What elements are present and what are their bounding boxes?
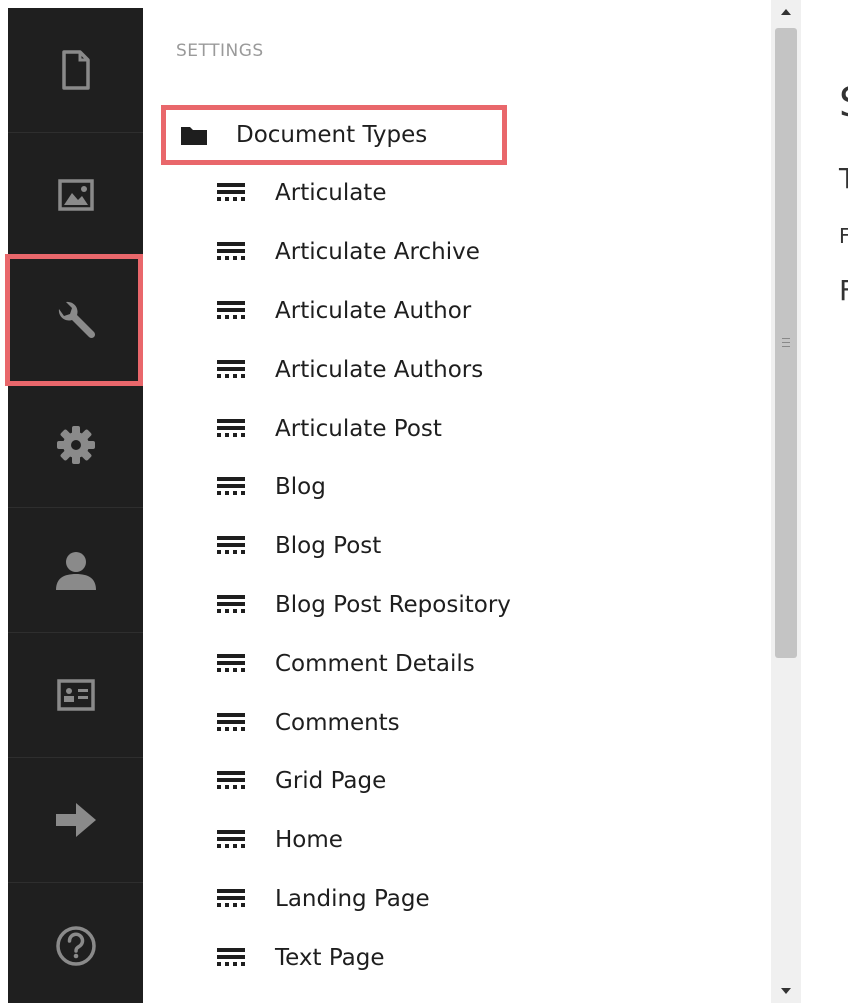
app: SETTINGS Document Types Articulate Artic…: [0, 0, 848, 1003]
tree-item-articulate-authors[interactable]: Articulate Authors: [215, 340, 511, 399]
document-type-icon: [217, 300, 245, 319]
scroll-down-button[interactable]: [771, 979, 801, 1003]
document-type-icon: [217, 771, 245, 790]
content-text-3: F: [839, 274, 848, 307]
tree-item-label: Articulate: [275, 180, 387, 207]
rail-item-content[interactable]: [8, 8, 143, 133]
tree-item-label: Blog Post Repository: [275, 591, 511, 618]
document-type-icon: [217, 594, 245, 613]
content-heading: S: [839, 80, 848, 126]
image-icon: [57, 179, 94, 211]
tree-root-label: Document Types: [236, 122, 428, 148]
tree-item-label: Home: [275, 827, 343, 854]
folder-icon: [181, 127, 207, 145]
tree-item-label: Articulate Archive: [275, 239, 480, 266]
tree-item-label: Landing Page: [275, 885, 430, 912]
caret-up-icon: [781, 9, 791, 15]
document-type-icon: [217, 359, 245, 378]
tree-item-grid-page[interactable]: Grid Page: [215, 752, 511, 811]
section-title: SETTINGS: [176, 41, 264, 61]
scroll-up-button[interactable]: [771, 0, 801, 24]
tree-item-articulate-post[interactable]: Articulate Post: [215, 399, 511, 458]
document-icon: [61, 50, 90, 90]
editor-content-peek: S T F F: [801, 0, 848, 1003]
scroll-thumb[interactable]: [775, 28, 797, 658]
tree-item-label: Blog: [275, 474, 326, 501]
document-type-icon: [217, 183, 245, 202]
rail-item-forms[interactable]: [8, 758, 143, 883]
tree-item-blog-post[interactable]: Blog Post: [215, 517, 511, 576]
tree-item-comments[interactable]: Comments: [215, 693, 511, 752]
document-type-icon: [217, 418, 245, 437]
tree-item-comment-details[interactable]: Comment Details: [215, 634, 511, 693]
content-text-1: T: [839, 162, 848, 195]
tree-item-home[interactable]: Home: [215, 811, 511, 870]
tree-item-articulate-archive[interactable]: Articulate Archive: [215, 223, 511, 282]
rail-item-developer[interactable]: [8, 383, 143, 508]
user-icon: [55, 552, 96, 590]
rail-item-media[interactable]: [8, 133, 143, 258]
document-type-icon: [217, 830, 245, 849]
id-card-icon: [56, 679, 95, 711]
tree-item-landing-page[interactable]: Landing Page: [215, 870, 511, 929]
document-type-list: Articulate Articulate Archive Articulate…: [215, 164, 511, 987]
document-type-icon: [217, 888, 245, 907]
tree-scrollbar[interactable]: [771, 0, 801, 1003]
tree-item-articulate[interactable]: Articulate: [215, 164, 511, 223]
rail-item-users[interactable]: [8, 508, 143, 633]
document-type-icon: [217, 242, 245, 261]
document-type-icon: [217, 477, 245, 496]
question-circle-icon: [55, 925, 96, 966]
tree-item-label: Articulate Author: [275, 297, 472, 324]
tree-item-label: Comments: [275, 709, 400, 736]
settings-tree: SETTINGS Document Types Articulate Artic…: [143, 0, 771, 1003]
content-text-2: F: [839, 224, 848, 248]
wrench-icon: [58, 301, 95, 339]
tree-item-text-page[interactable]: Text Page: [215, 928, 511, 987]
tree-item-label: Comment Details: [275, 650, 475, 677]
caret-down-icon: [781, 988, 791, 994]
tree-item-articulate-author[interactable]: Articulate Author: [215, 282, 511, 341]
document-type-icon: [217, 653, 245, 672]
rail-item-members[interactable]: [8, 633, 143, 758]
tree-item-label: Grid Page: [275, 768, 387, 795]
tree-item-label: Articulate Authors: [275, 356, 484, 383]
tree-item-label: Articulate Post: [275, 415, 442, 442]
tree-item-blog-post-repository[interactable]: Blog Post Repository: [215, 576, 511, 635]
document-type-icon: [217, 947, 245, 966]
rail-item-help[interactable]: [8, 883, 143, 1003]
arrow-right-icon: [55, 803, 96, 837]
tree-root-document-types[interactable]: Document Types: [161, 105, 507, 165]
tree-item-label: Blog Post: [275, 533, 382, 560]
document-type-icon: [217, 712, 245, 731]
gear-icon: [56, 426, 95, 464]
tree-item-blog[interactable]: Blog: [215, 458, 511, 517]
scroll-grip-icon: [782, 338, 790, 348]
section-rail: [5, 8, 143, 1003]
rail-item-settings[interactable]: [5, 254, 143, 386]
document-type-icon: [217, 536, 245, 555]
tree-item-label: Text Page: [275, 944, 385, 971]
